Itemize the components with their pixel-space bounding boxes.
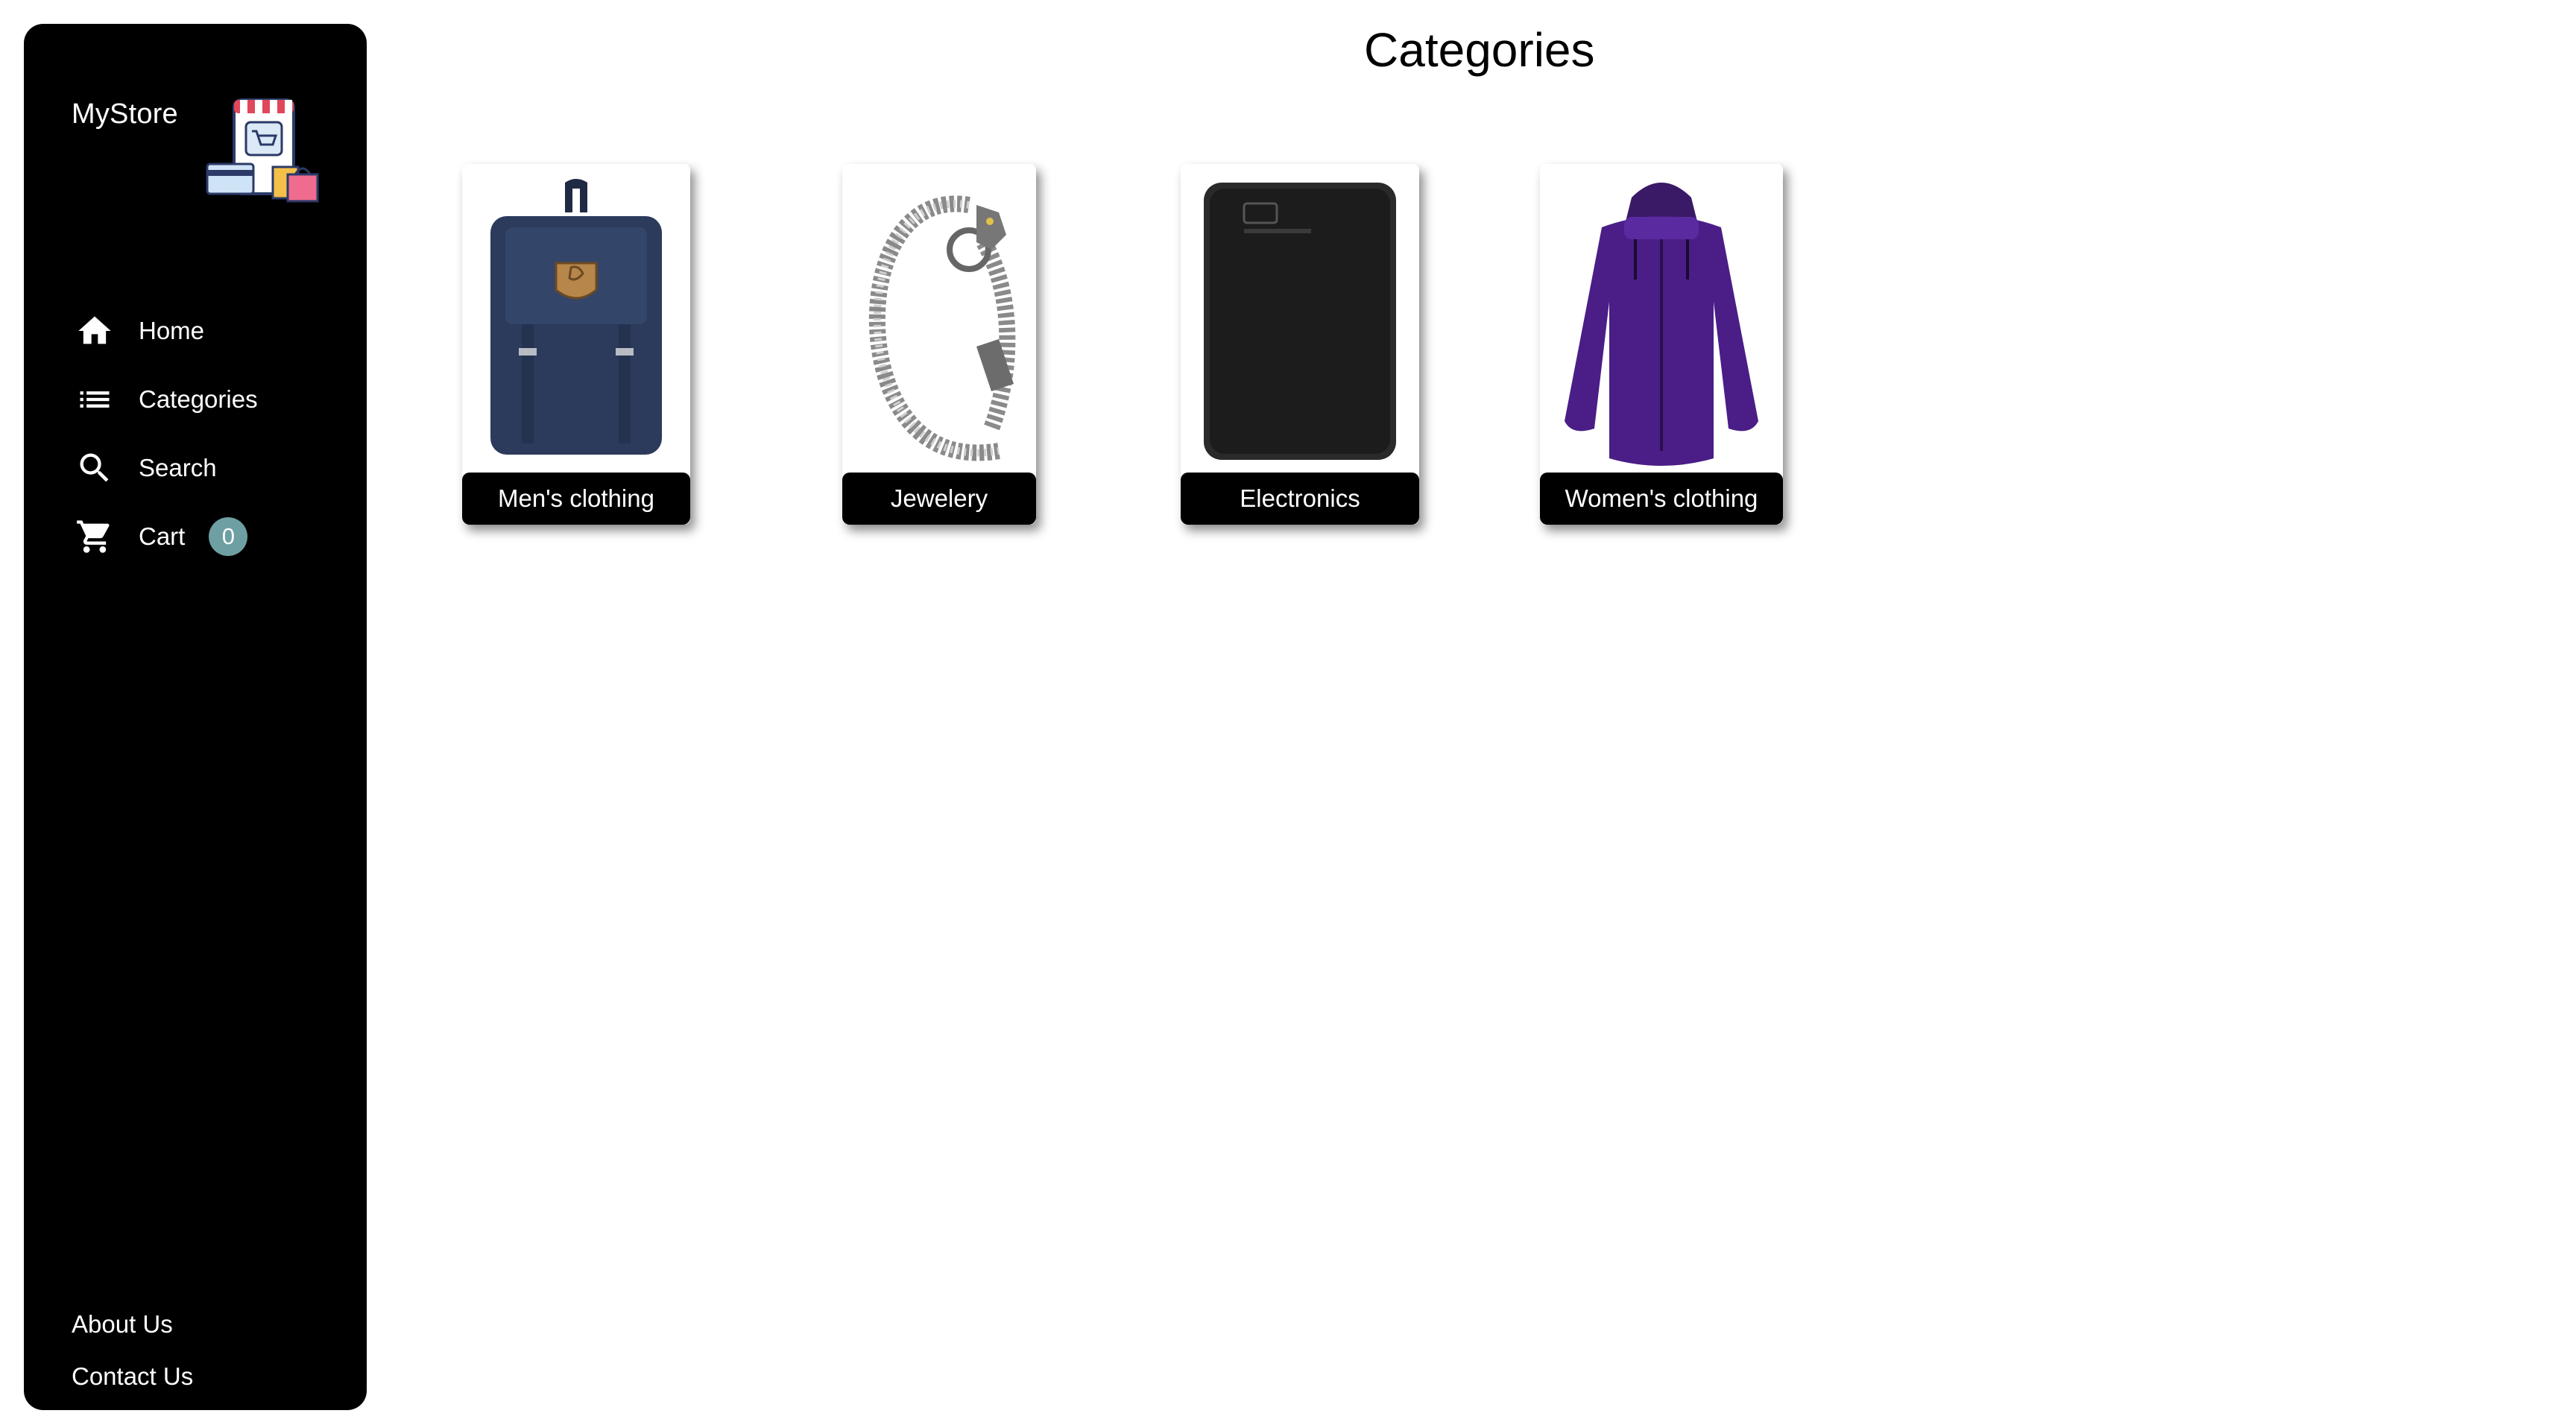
bracelet-image [842,171,1036,470]
list-icon [73,378,116,421]
sidebar-item-label: Home [139,317,205,344]
backpack-image [462,171,690,470]
jacket-image [1540,171,1783,470]
category-label: Jewelery [842,473,1036,525]
sidebar: MyStore Home Categories Search Cart 0 Ab… [24,24,367,1410]
sidebar-item-label: Cart [139,522,186,550]
category-label: Men's clothing [462,473,690,525]
sidebar-item-label: Search [139,454,217,481]
category-card-mens-clothing[interactable]: Men's clothing [462,164,690,525]
category-card-womens-clothing[interactable]: Women's clothing [1540,164,1783,525]
store-logo-icon [206,98,319,203]
brand[interactable]: MyStore [72,98,319,203]
cart-icon [73,515,116,558]
sidebar-nav: Home Categories Search Cart 0 [73,297,258,571]
search-icon [73,446,116,490]
sidebar-item-label: Categories [139,385,258,413]
sidebar-item-cart[interactable]: Cart 0 [73,502,258,571]
brand-name: MyStore [72,98,178,130]
sidebar-item-home[interactable]: Home [73,297,258,365]
cart-count-badge: 0 [209,517,248,556]
category-card-electronics[interactable]: Electronics [1181,164,1419,525]
sidebar-item-categories[interactable]: Categories [73,365,258,434]
category-label: Electronics [1181,473,1419,525]
contact-us-link[interactable]: Contact Us [72,1350,193,1403]
hard-drive-image [1181,171,1419,470]
category-label: Women's clothing [1540,473,1783,525]
category-card-jewelery[interactable]: Jewelery [842,164,1036,525]
home-icon [73,309,116,353]
page-title: Categories [1364,23,1595,77]
about-us-link[interactable]: About Us [72,1298,193,1350]
sidebar-footer: About Us Contact Us [72,1298,193,1403]
sidebar-item-search[interactable]: Search [73,434,258,502]
